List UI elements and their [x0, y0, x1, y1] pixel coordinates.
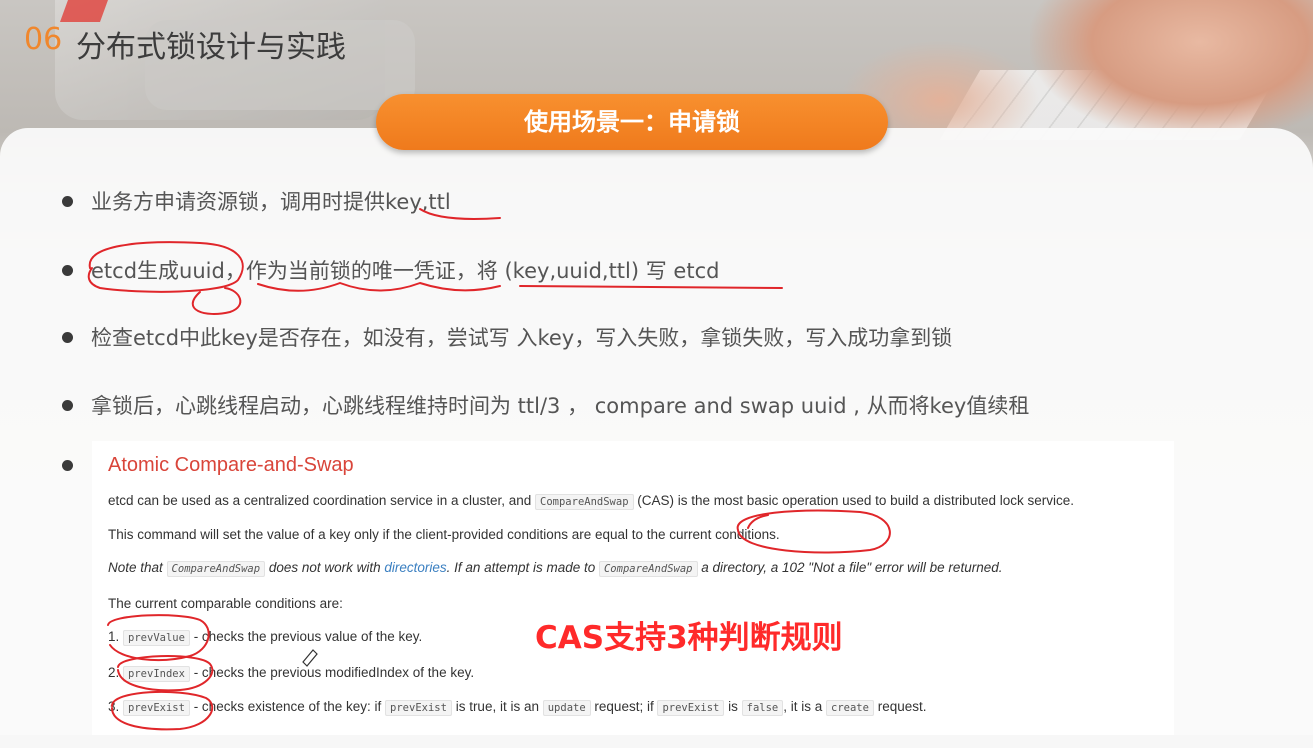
doc-text: is — [724, 699, 742, 714]
bullet-item: 业务方申请资源锁，调用时提供key,ttl — [62, 186, 451, 216]
doc-code: CompareAndSwap — [535, 494, 634, 510]
bullet-item: 检查etcd中此key是否存在，如没有，尝试写 入key，写入失败，拿锁失败，写… — [62, 322, 952, 352]
doc-text: - checks existence of the key: if — [189, 699, 386, 714]
doc-text: a directory, a 102 "Not a file" error wi… — [697, 560, 1003, 575]
doc-text: (CAS) is the most basic operation used t… — [633, 493, 1074, 508]
doc-code: CompareAndSwap — [598, 561, 698, 577]
doc-paragraph-1: etcd can be used as a centralized coordi… — [108, 493, 1074, 510]
doc-code: CompareAndSwap — [166, 561, 266, 577]
bullet-dot — [62, 195, 73, 207]
doc-text: does not work with — [265, 560, 385, 575]
bullet-dot — [62, 460, 73, 471]
doc-code: prevExist — [385, 700, 452, 716]
bullet-dot — [62, 399, 73, 411]
bullet-text: 业务方申请资源锁，调用时提供key,ttl — [91, 190, 451, 214]
background-red-tag — [59, 0, 109, 22]
doc-paragraph-2: This command will set the value of a key… — [108, 527, 780, 542]
item-number: 1. — [108, 629, 120, 644]
doc-code: prevExist — [123, 700, 190, 716]
item-number: 3. — [108, 699, 120, 714]
doc-text: . If an attempt is made to — [446, 560, 599, 575]
bullet-text: etcd生成uuid，作为当前锁的唯一凭证，将 (key,uuid,ttl) 写… — [91, 259, 720, 283]
background-hand-right — [1030, 0, 1313, 140]
doc-text: , it is a — [783, 699, 827, 714]
doc-code: create — [826, 700, 874, 716]
cas-annotation-note: CAS支持3种判断规则 — [535, 620, 844, 657]
bullet-dot — [62, 264, 73, 276]
doc-code: prevExist — [657, 700, 725, 716]
doc-text: request. — [873, 699, 927, 714]
slide-title: 分布式锁设计与实践 — [76, 30, 346, 65]
doc-title: Atomic Compare-and-Swap — [108, 454, 354, 476]
doc-paragraph-4: The current comparable conditions are: — [108, 596, 343, 611]
doc-code: prevValue — [123, 630, 190, 646]
bullet-text: 检查etcd中此key是否存在，如没有，尝试写 入key，写入失败，拿锁失败，写… — [91, 326, 953, 350]
scenario-banner: 使用场景一：申请锁 — [376, 94, 888, 150]
doc-text: etcd can be used as a centralized coordi… — [108, 493, 536, 508]
condition-item-3: 3. prevExist - checks existence of the k… — [108, 699, 927, 716]
doc-code: update — [542, 700, 591, 716]
bullet-dot — [62, 331, 73, 343]
item-number: 2. — [108, 665, 120, 680]
etcd-doc-screenshot: Atomic Compare-and-Swap etcd can be used… — [92, 441, 1174, 735]
doc-code: false — [741, 700, 784, 716]
directories-link[interactable]: directories — [384, 560, 446, 575]
doc-text: - checks the previous value of the key. — [189, 629, 423, 644]
bullet-item — [62, 460, 91, 471]
condition-item-1: 1. prevValue - checks the previous value… — [108, 629, 423, 646]
doc-text: is true, it is an — [451, 699, 543, 714]
doc-text: - checks the previous modifiedIndex of t… — [189, 665, 475, 680]
condition-item-2: 2. prevIndex - checks the previous modif… — [108, 665, 475, 682]
doc-paragraph-3: Note that CompareAndSwap does not work w… — [108, 560, 1003, 577]
bullet-item: 拿锁后，心跳线程启动，心跳线程维持时间为 ttl/3 ， compare and… — [62, 390, 1029, 420]
doc-text: request; if — [590, 699, 658, 714]
section-number: 06 — [24, 22, 63, 57]
doc-code: prevIndex — [123, 666, 190, 682]
bullet-item: etcd生成uuid，作为当前锁的唯一凭证，将 (key,uuid,ttl) 写… — [62, 255, 719, 285]
bullet-text: 拿锁后，心跳线程启动，心跳线程维持时间为 ttl/3 ， compare and… — [91, 394, 1030, 418]
doc-text: Note that — [108, 560, 167, 575]
